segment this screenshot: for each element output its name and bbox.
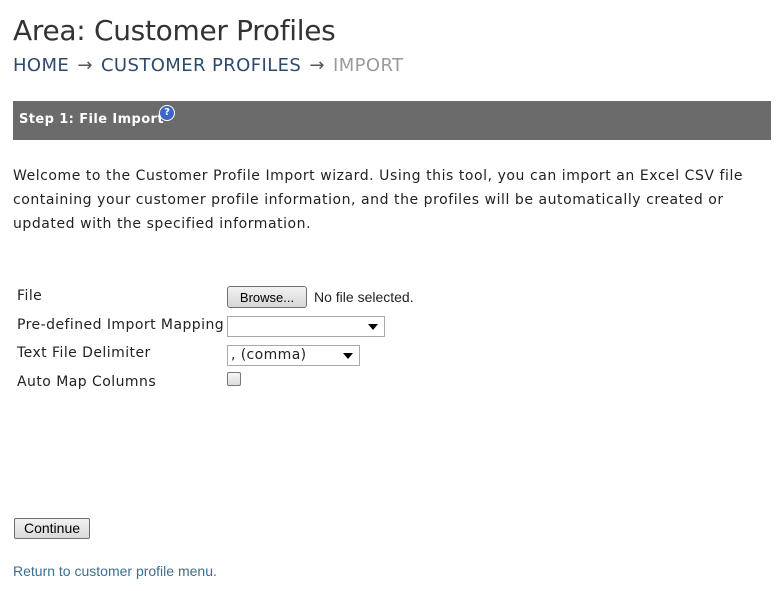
continue-button[interactable]: Continue <box>14 518 90 539</box>
delimiter-select[interactable]: , (comma) <box>227 345 360 366</box>
import-mapping-select[interactable] <box>227 316 385 337</box>
intro-text: Welcome to the Customer Profile Import w… <box>13 168 744 232</box>
breadcrumb-customer-profiles-link[interactable]: CUSTOMER PROFILES <box>101 55 301 76</box>
breadcrumb-separator-icon: → <box>309 55 325 76</box>
question-mark-icon[interactable]: ? <box>159 105 175 121</box>
auto-map-label: Auto Map Columns <box>17 374 157 390</box>
breadcrumb: HOME → CUSTOMER PROFILES → IMPORT <box>13 55 403 76</box>
breadcrumb-current: IMPORT <box>332 55 404 76</box>
auto-map-checkbox[interactable] <box>227 372 241 386</box>
breadcrumb-home-link[interactable]: HOME <box>13 55 69 76</box>
step-header: Step 1: File Import ? <box>13 101 771 140</box>
page-title: Area: Customer Profiles <box>13 14 336 47</box>
step-label: Step 1: File Import <box>19 112 164 127</box>
return-link[interactable]: Return to customer profile menu. <box>13 563 217 579</box>
delimiter-value: , (comma) <box>231 347 307 363</box>
browse-button[interactable]: Browse... <box>227 286 307 308</box>
delimiter-label: Text File Delimiter <box>17 345 151 361</box>
file-label: File <box>17 288 43 304</box>
dropdown-arrow-icon <box>368 324 378 330</box>
page: Area: Customer Profiles HOME → CUSTOMER … <box>0 0 779 591</box>
breadcrumb-separator-icon: → <box>77 55 93 76</box>
dropdown-arrow-icon <box>343 353 353 359</box>
import-mapping-label: Pre-defined Import Mapping <box>17 317 225 333</box>
file-status: No file selected. <box>314 289 414 305</box>
